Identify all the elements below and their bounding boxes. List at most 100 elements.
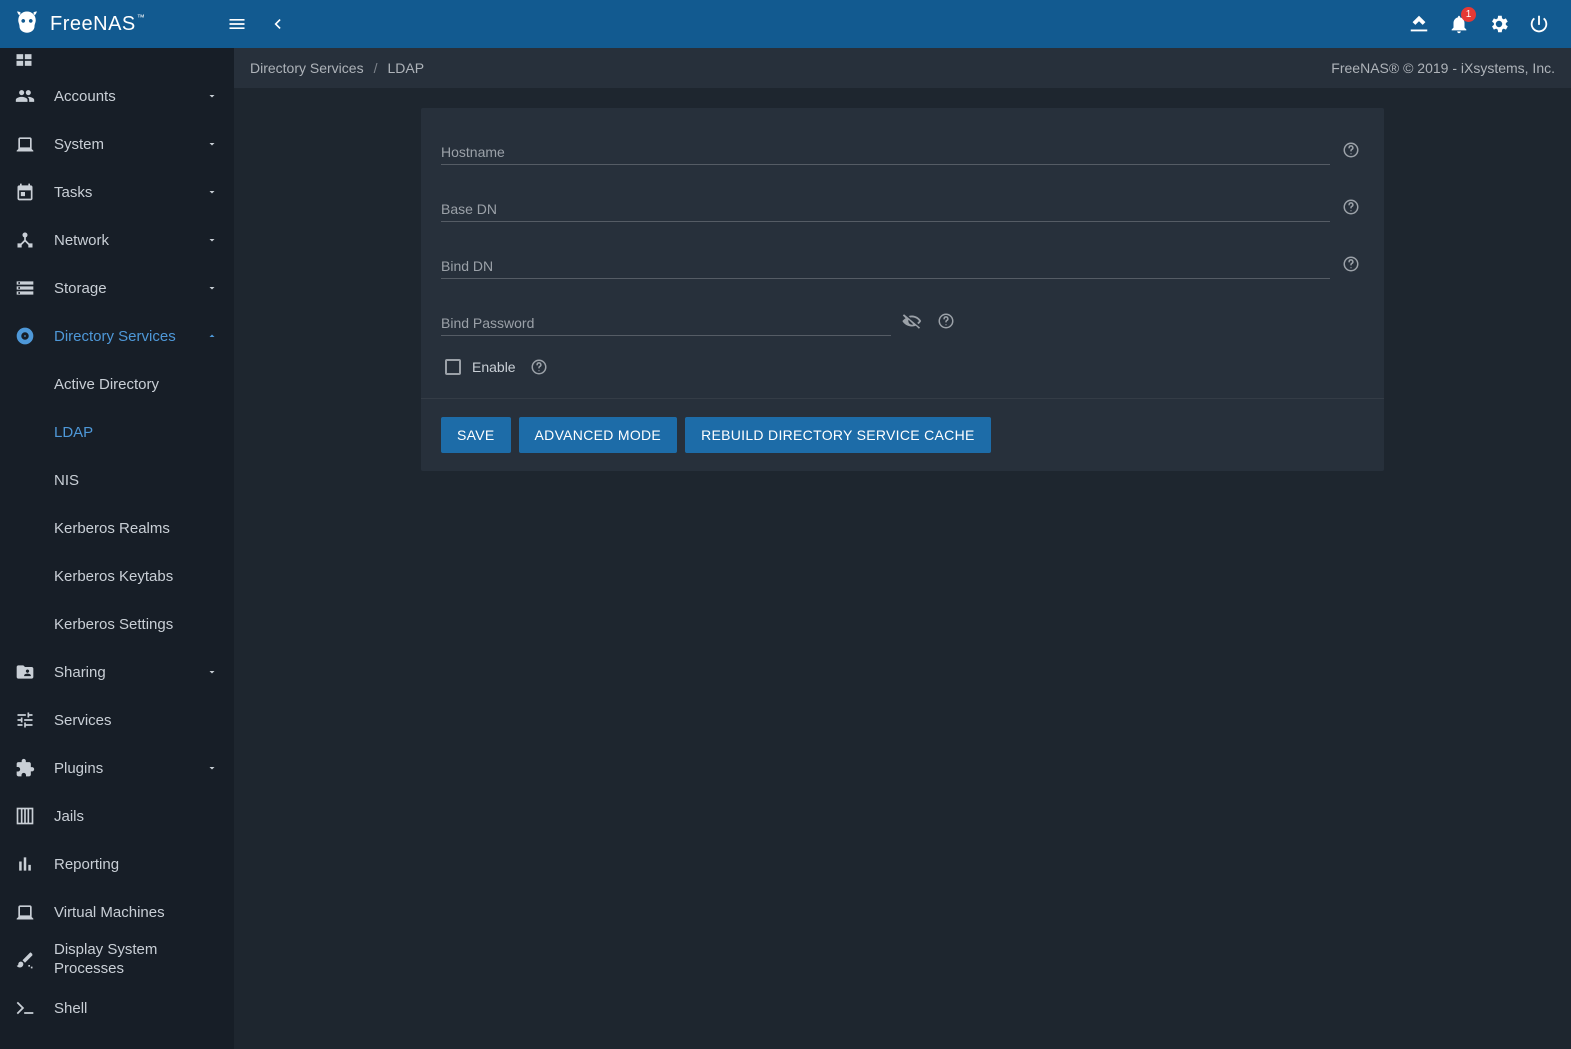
sidebar: Accounts System Tasks Network Storage Directo… [0,48,234,1049]
theme-button[interactable] [1399,4,1439,44]
bind-password-help-button[interactable] [933,308,959,334]
settings-button[interactable] [1479,4,1519,44]
sidebar-item-label: Display System Processes [54,941,186,979]
laptop-icon [14,134,36,154]
sidebar-item-accounts[interactable]: Accounts [0,72,234,120]
breadcrumb-sep: / [374,60,378,76]
hostname-help-button[interactable] [1338,137,1364,163]
sidebar-item-reporting[interactable]: Reporting [0,840,234,888]
sidebar-item-storage[interactable]: Storage [0,264,234,312]
menu-toggle-button[interactable] [217,4,257,44]
breadcrumb-root[interactable]: Directory Services [250,60,364,76]
notifications-button[interactable]: 1 [1439,4,1479,44]
chevron-down-icon [204,666,220,678]
sidebar-item-dashboard-partial[interactable] [0,48,234,72]
freenas-logo-icon [12,9,42,39]
sidebar-item-label: System [54,136,186,153]
bind-dn-input[interactable] [441,240,1330,279]
sidebar-item-label: Directory Services [54,328,186,345]
dashboard-icon [14,54,34,66]
save-button[interactable]: SAVE [441,417,511,453]
sidebar-item-label: Plugins [54,760,186,777]
tune-icon [14,710,36,730]
brand-logo: FreeNAS™ [12,9,217,39]
help-icon [1342,198,1360,216]
advanced-mode-button[interactable]: ADVANCED MODE [519,417,678,453]
ldap-form-card: Hostname Base DN [421,108,1384,471]
gear-icon [1488,13,1510,35]
album-icon [14,326,36,346]
sidebar-item-virtual-machines[interactable]: Virtual Machines [0,888,234,936]
extension-icon [14,758,36,778]
people-icon [14,86,36,106]
sidebar-subitem-kerberos-keytabs[interactable]: Kerberos Keytabs [0,552,234,600]
brush-icon [14,950,36,970]
sidebar-item-label: Virtual Machines [54,904,186,921]
sidebar-item-label: Shell [54,1000,186,1017]
terminal-icon [14,998,36,1018]
device_hub-icon [14,230,36,250]
sidebar-item-directory-services[interactable]: Directory Services [0,312,234,360]
sidebar-item-label: Services [54,712,186,729]
help-icon [1342,141,1360,159]
sidebar-item-tasks[interactable]: Tasks [0,168,234,216]
bind-password-input[interactable] [441,297,891,336]
chevron-down-icon [204,186,220,198]
password-visibility-button[interactable] [899,308,925,334]
sidebar-item-label: Storage [54,280,186,297]
sidebar-item-label: Accounts [54,88,186,105]
sidebar-item-sharing[interactable]: Sharing [0,648,234,696]
sidebar-item-plugins[interactable]: Plugins [0,744,234,792]
content-area: Hostname Base DN [234,88,1571,1049]
sidebar-item-system[interactable]: System [0,120,234,168]
breadcrumb-page[interactable]: LDAP [387,60,424,76]
sidebar-subitem-nis[interactable]: NIS [0,456,234,504]
bind-dn-help-button[interactable] [1338,251,1364,277]
sidebar-item-label: Tasks [54,184,186,201]
chevron-down-icon [204,234,220,246]
folder_shared-icon [14,662,36,682]
sidebar-item-label: Sharing [54,664,186,681]
breadcrumb-bar: Directory Services / LDAP FreeNAS® © 201… [234,48,1571,88]
sidebar-subitem-kerberos-realms[interactable]: Kerberos Realms [0,504,234,552]
sidebar-subitem-active-directory[interactable]: Active Directory [0,360,234,408]
sidebar-item-jails[interactable]: Jails [0,792,234,840]
storage-icon [14,278,36,298]
sidebar-item-label: Jails [54,808,186,825]
sidebar-item-network[interactable]: Network [0,216,234,264]
rebuild-cache-button[interactable]: REBUILD DIRECTORY SERVICE CACHE [685,417,991,453]
chevron-down-icon [204,282,220,294]
help-icon [530,358,548,376]
base-dn-input[interactable] [441,183,1330,222]
copyright-text: FreeNAS® © 2019 - iXsystems, Inc. [1331,60,1555,76]
chevron-left-icon [267,14,287,34]
help-icon [1342,255,1360,273]
sidebar-item-label: Reporting [54,856,186,873]
enable-help-button[interactable] [526,354,552,380]
help-icon [937,312,955,330]
brand-name: FreeNAS™ [50,13,145,36]
hamburger-icon [227,14,247,34]
back-button[interactable] [257,4,297,44]
power-icon [1528,13,1550,35]
base-dn-help-button[interactable] [1338,194,1364,220]
sidebar-item-shell[interactable]: Shell [0,984,234,1032]
hostname-input[interactable] [441,126,1330,165]
enable-checkbox[interactable] [445,359,461,375]
theme-icon [1408,13,1430,35]
bar_chart-icon [14,854,36,874]
sidebar-subitem-ldap[interactable]: LDAP [0,408,234,456]
enable-label[interactable]: Enable [472,359,516,375]
laptop-icon [14,902,36,922]
sidebar-item-label: Network [54,232,186,249]
jail-icon [14,806,36,826]
chevron-down-icon [204,138,220,150]
sidebar-item-services[interactable]: Services [0,696,234,744]
sidebar-item-display-system-processes[interactable]: Display System Processes [0,936,234,984]
power-button[interactable] [1519,4,1559,44]
visibility-off-icon [901,310,923,332]
notification-badge: 1 [1461,7,1476,22]
calendar-icon [14,182,36,202]
sidebar-subitem-kerberos-settings[interactable]: Kerberos Settings [0,600,234,648]
topbar: FreeNAS™ 1 [0,0,1571,48]
